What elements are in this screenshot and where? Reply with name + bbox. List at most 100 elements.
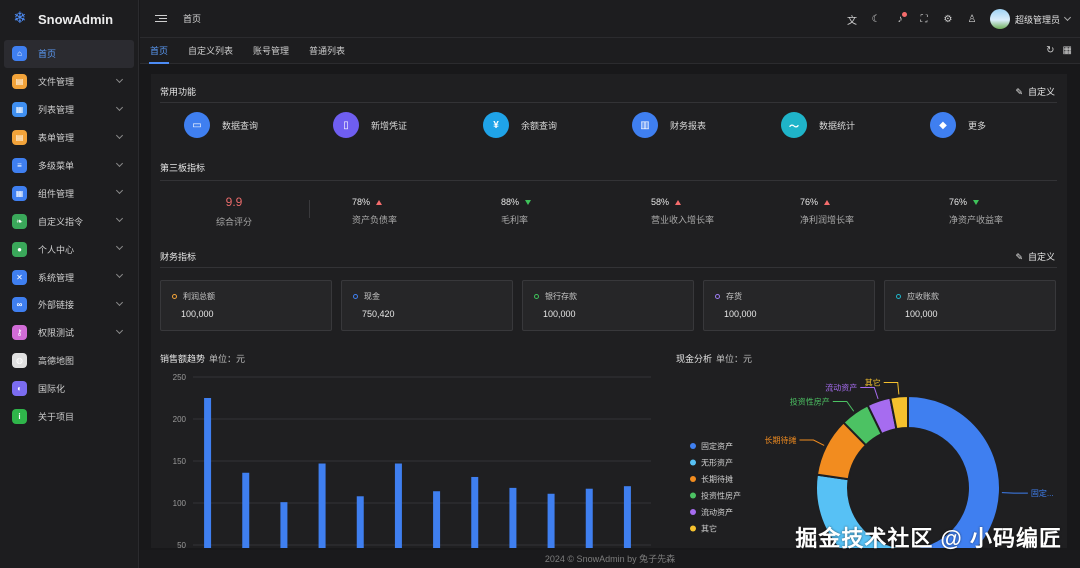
sidebar-item-label: 首页 bbox=[38, 49, 57, 60]
section-third-board-title: 第三板指标 bbox=[160, 163, 206, 173]
legend-label[interactable]: 固定资产 bbox=[701, 441, 733, 451]
sidebar-item[interactable]: ≡ 多级菜单 bbox=[4, 152, 134, 180]
bell-icon[interactable]: ♪ bbox=[888, 11, 912, 25]
sidebar-item[interactable]: ▦ 列表管理 bbox=[4, 96, 134, 124]
brand[interactable]: ❄ SnowAdmin bbox=[0, 0, 138, 38]
sidebar-item[interactable]: ⚷ 权限测试 bbox=[4, 319, 134, 347]
chevron-down-icon bbox=[115, 159, 124, 167]
sales-title-text: 销售额趋势 bbox=[160, 354, 206, 364]
indicator-item: 76% 净资产收益率 bbox=[949, 197, 1003, 226]
shirt-icon[interactable]: ♙ bbox=[960, 14, 984, 25]
translate-icon[interactable]: 文 bbox=[840, 12, 864, 27]
legend-label[interactable]: 其它 bbox=[701, 524, 717, 534]
sales-bar[interactable] bbox=[471, 476, 479, 548]
sidebar-item[interactable]: i 关于项目 bbox=[4, 403, 134, 431]
settings-icon[interactable]: ⚙ bbox=[936, 14, 960, 25]
tab-account[interactable]: 账号管理 bbox=[243, 38, 299, 64]
sidebar-item[interactable]: ✕ 系统管理 bbox=[4, 263, 134, 291]
customize-common-button[interactable]: ✎ 自定义 bbox=[1015, 85, 1055, 98]
function-shortcut[interactable]: ▭ 数据查询 bbox=[184, 112, 258, 138]
function-shortcut[interactable]: ▥ 财务报表 bbox=[632, 112, 706, 138]
finance-card-title: 现金 bbox=[353, 291, 380, 302]
y-tick-label: 150 bbox=[173, 457, 187, 466]
legend-swatch[interactable] bbox=[690, 459, 696, 466]
sidebar-item[interactable]: ❧ 自定义指令 bbox=[4, 207, 134, 235]
user-name[interactable]: 超级管理员 bbox=[1015, 13, 1060, 26]
function-shortcut[interactable]: ▯ 新增凭证 bbox=[333, 112, 407, 138]
legend-swatch[interactable] bbox=[690, 509, 696, 515]
sidebar-item[interactable]: ▤ 文件管理 bbox=[4, 68, 134, 96]
sidebar-item-label: 权限测试 bbox=[38, 328, 75, 339]
component-icon: ▦ bbox=[12, 185, 27, 201]
function-label: 更多 bbox=[968, 120, 987, 131]
sales-bar[interactable] bbox=[547, 493, 555, 548]
avatar[interactable] bbox=[989, 9, 1010, 29]
function-label: 数据查询 bbox=[222, 120, 259, 131]
edit-icon: ✎ bbox=[1015, 252, 1023, 262]
y-tick-label: 50 bbox=[177, 541, 186, 548]
trend-up-icon bbox=[675, 200, 682, 205]
function-shortcut[interactable]: 〜 数据统计 bbox=[781, 112, 855, 138]
chevron-down-icon[interactable] bbox=[1063, 13, 1072, 22]
sidebar-item[interactable]: ⌂ 首页 bbox=[4, 40, 134, 68]
sidebar-item[interactable]: ∞ 外部链接 bbox=[4, 291, 134, 319]
customize-finance-button[interactable]: ✎ 自定义 bbox=[1015, 250, 1055, 263]
collapse-menu-icon[interactable] bbox=[155, 13, 167, 24]
legend-label[interactable]: 投资性房产 bbox=[701, 491, 741, 501]
sales-bar[interactable] bbox=[242, 472, 250, 548]
fullscreen-icon[interactable]: ⛶ bbox=[912, 14, 936, 25]
user-menu[interactable]: 超级管理员 bbox=[989, 9, 1072, 29]
sales-bar[interactable] bbox=[318, 463, 326, 548]
brand-name: SnowAdmin bbox=[38, 11, 114, 27]
breadcrumb[interactable]: 首页 bbox=[183, 12, 201, 25]
moon-icon[interactable]: ☾ bbox=[864, 14, 888, 25]
status-dot-icon bbox=[896, 294, 901, 299]
sales-bar[interactable] bbox=[204, 398, 212, 548]
sidebar-item[interactable]: ◐ 国际化 bbox=[4, 375, 134, 403]
sales-bar[interactable] bbox=[394, 463, 402, 548]
overall-score: 9.9 综合评分 bbox=[206, 195, 262, 228]
tab-custom-list[interactable]: 自定义列表 bbox=[178, 38, 243, 64]
slice-label: 投资性房产 bbox=[790, 396, 830, 406]
tab-normal-list[interactable]: 普通列表 bbox=[299, 38, 355, 64]
section-common-title: 常用功能 bbox=[160, 87, 197, 97]
chevron-down-icon bbox=[115, 75, 124, 83]
legend-label[interactable]: 长期待摊 bbox=[701, 474, 733, 484]
cash-unit: 单位：元 bbox=[716, 354, 753, 364]
legend-swatch[interactable] bbox=[690, 525, 696, 532]
sales-bar[interactable] bbox=[509, 487, 517, 548]
function-shortcut[interactable]: ¥ 余额查询 bbox=[483, 112, 557, 138]
sales-bar[interactable] bbox=[280, 502, 288, 548]
finance-card: 银行存款 100,000 bbox=[522, 280, 694, 331]
sidebar: ❄ SnowAdmin ⌂ 首页 ▤ 文件管理 ▦ 列表管理 ▤ 表单管理 ≡ 多级菜单 ▦ 组件管理… bbox=[0, 0, 139, 568]
sidebar-item[interactable]: ▤ 表单管理 bbox=[4, 124, 134, 152]
sidebar-item[interactable]: ▦ 组件管理 bbox=[4, 179, 134, 207]
legend-label[interactable]: 流动资产 bbox=[701, 507, 733, 517]
function-shortcut[interactable]: ◆ 更多 bbox=[930, 112, 986, 138]
page-scrollbar[interactable] bbox=[1073, 64, 1079, 548]
finance-card-value: 100,000 bbox=[543, 309, 576, 319]
chevron-down-icon bbox=[115, 326, 124, 334]
sidebar-item[interactable]: ◍ 高德地图 bbox=[4, 347, 134, 375]
map-icon: ◍ bbox=[12, 353, 27, 369]
grid-icon[interactable]: ▦ bbox=[1063, 45, 1072, 56]
refresh-icon[interactable]: ↻ bbox=[1046, 45, 1054, 56]
leaf-icon: ❧ bbox=[12, 213, 27, 229]
tab-home[interactable]: 首页 bbox=[140, 38, 178, 64]
legend-swatch[interactable] bbox=[690, 443, 696, 449]
sales-bar[interactable] bbox=[356, 496, 364, 548]
finance-cards: 利润总额 100,000 现金 750,420 银行存款 100,000 存货 100,000… bbox=[160, 280, 1057, 331]
legend-label[interactable]: 无形资产 bbox=[701, 458, 733, 468]
sidebar-item[interactable]: ● 个人中心 bbox=[4, 235, 134, 263]
legend-swatch[interactable] bbox=[690, 492, 696, 499]
indicator-value: 88% bbox=[501, 197, 520, 207]
finance-card-label: 利润总额 bbox=[183, 292, 215, 301]
trend-up-icon bbox=[824, 200, 831, 205]
sales-bar[interactable] bbox=[433, 491, 441, 548]
legend-swatch[interactable] bbox=[690, 476, 696, 482]
finance-card-value: 100,000 bbox=[181, 309, 214, 319]
indicator-label: 毛利率 bbox=[501, 215, 529, 225]
sales-bar[interactable] bbox=[585, 488, 593, 548]
sales-bar-chart: 50 100 150 200 250 bbox=[173, 373, 651, 548]
sales-bar[interactable] bbox=[623, 486, 631, 548]
